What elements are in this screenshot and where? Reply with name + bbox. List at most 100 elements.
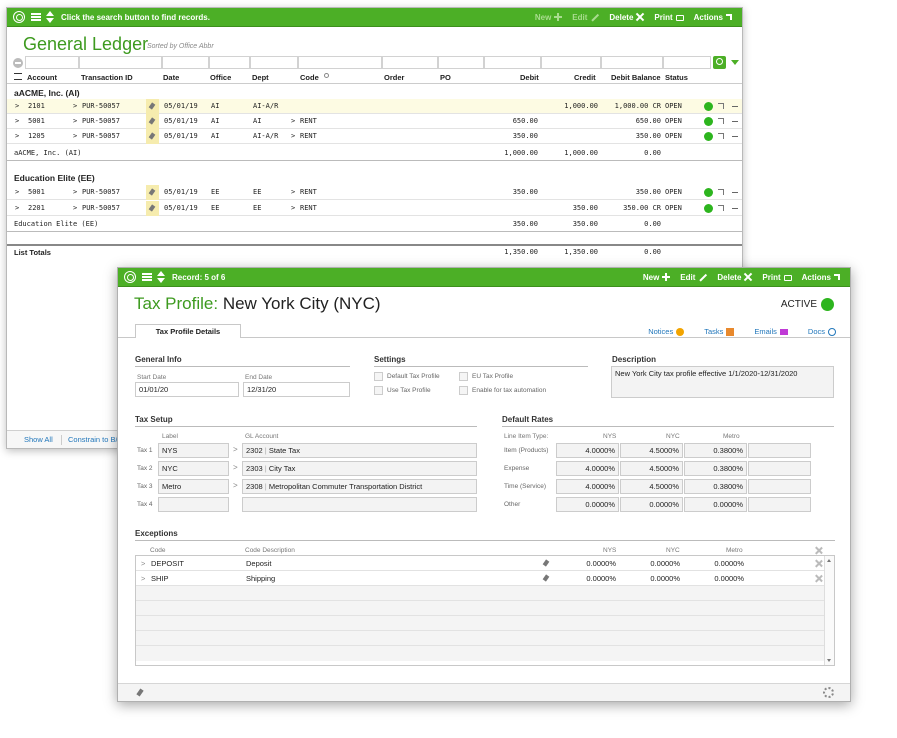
expand-chevron-icon[interactable]: > xyxy=(15,129,19,144)
filter-account[interactable] xyxy=(25,56,79,69)
gl-account-field[interactable]: 2302 | State Tax xyxy=(242,443,477,458)
ex-metro[interactable]: 0.0000% xyxy=(714,556,744,571)
start-date-field[interactable]: 01/01/20 xyxy=(135,382,239,397)
default-tax-profile-checkbox[interactable] xyxy=(374,372,383,381)
code-chevron-icon[interactable]: > xyxy=(291,114,295,129)
record-nav-icon[interactable] xyxy=(46,11,54,23)
pin-icon[interactable] xyxy=(146,99,159,114)
app-logo-icon[interactable] xyxy=(13,11,25,23)
remove-row-icon[interactable] xyxy=(815,575,822,582)
col-transaction-id[interactable]: Transaction ID xyxy=(81,73,133,82)
clear-all-icon[interactable] xyxy=(815,547,822,554)
col-credit[interactable]: Credit xyxy=(574,73,596,82)
scrollbar[interactable] xyxy=(824,556,834,665)
rate-extra-field[interactable] xyxy=(748,443,811,458)
filter-code[interactable] xyxy=(298,56,382,69)
actions-button[interactable]: Actions xyxy=(802,273,840,282)
rate-nys-field[interactable]: 0.0000% xyxy=(556,497,619,512)
filter-order[interactable] xyxy=(382,56,438,69)
cell-transaction-id[interactable]: PUR-50057 xyxy=(82,114,120,129)
new-button[interactable]: New xyxy=(535,13,563,22)
menu-icon[interactable] xyxy=(31,13,41,21)
cell-transaction-id[interactable]: PUR-50057 xyxy=(82,129,120,144)
print-button[interactable]: Print xyxy=(654,13,684,22)
txn-chevron-icon[interactable]: > xyxy=(73,129,77,144)
rate-extra-field[interactable] xyxy=(748,461,811,476)
expand-chevron-icon[interactable]: > xyxy=(15,185,19,200)
enable-automation-checkbox[interactable] xyxy=(459,386,468,395)
row-menu-icon[interactable] xyxy=(732,208,738,209)
rate-nyc-field[interactable]: 4.5000% xyxy=(620,461,683,476)
pin-icon[interactable] xyxy=(542,574,550,582)
code-chevron-icon[interactable]: > xyxy=(291,185,295,200)
filter-po[interactable] xyxy=(438,56,484,69)
pin-icon[interactable] xyxy=(146,129,159,144)
ex-nys[interactable]: 0.0000% xyxy=(586,571,616,586)
open-record-icon[interactable] xyxy=(718,133,724,139)
col-office[interactable]: Office xyxy=(210,73,231,82)
rate-extra-field[interactable] xyxy=(748,497,811,512)
gl-account-field[interactable]: 2308 | Metropolitan Commuter Transportat… xyxy=(242,479,477,494)
table-row[interactable]: > 2101 > PUR-50057 05/01/19 AI AI-A/R 1,… xyxy=(7,99,742,114)
rate-nys-field[interactable]: 4.0000% xyxy=(556,479,619,494)
pin-icon[interactable] xyxy=(146,201,159,216)
description-field[interactable]: New York City tax profile effective 1/1/… xyxy=(611,366,834,398)
actions-button[interactable]: Actions xyxy=(694,13,732,22)
constrain-link[interactable]: Constrain to B/ xyxy=(68,431,118,448)
menu-icon[interactable] xyxy=(142,273,152,281)
open-record-icon[interactable] xyxy=(718,205,724,211)
tax-label-field[interactable]: Metro xyxy=(158,479,229,494)
row-menu-icon[interactable] xyxy=(732,136,738,137)
col-debit[interactable]: Debit xyxy=(520,73,539,82)
filter-status[interactable] xyxy=(663,56,711,69)
filter-dept[interactable] xyxy=(250,56,298,69)
row-menu-icon[interactable] xyxy=(732,192,738,193)
table-row[interactable]: > DEPOSIT Deposit 0.0000% 0.0000% 0.0000… xyxy=(136,556,834,571)
eu-tax-profile-checkbox[interactable] xyxy=(459,372,468,381)
rate-nyc-field[interactable]: 4.5000% xyxy=(620,443,683,458)
txn-chevron-icon[interactable]: > xyxy=(73,99,77,114)
scroll-down-icon[interactable] xyxy=(827,659,831,662)
row-menu-icon[interactable] xyxy=(732,106,738,107)
col-po[interactable]: PO xyxy=(440,73,451,82)
txn-chevron-icon[interactable]: > xyxy=(73,201,77,216)
pin-icon[interactable] xyxy=(542,559,550,567)
pin-icon[interactable] xyxy=(146,185,159,200)
filter-debit-balance[interactable] xyxy=(601,56,663,69)
delete-button[interactable]: Delete xyxy=(609,13,644,22)
table-row[interactable]: > 5001 > PUR-50057 05/01/19 EE EE > RENT… xyxy=(7,185,742,200)
col-dept[interactable]: Dept xyxy=(252,73,269,82)
search-icon[interactable] xyxy=(324,73,329,78)
code-chevron-icon[interactable]: > xyxy=(291,201,295,216)
row-menu-icon[interactable] xyxy=(732,121,738,122)
expand-chevron-icon[interactable]: > xyxy=(15,99,19,114)
filter-credit[interactable] xyxy=(541,56,601,69)
pin-icon[interactable] xyxy=(146,114,159,129)
expand-chevron-icon[interactable]: > xyxy=(15,114,19,129)
txn-chevron-icon[interactable]: > xyxy=(73,114,77,129)
notices-link[interactable]: Notices xyxy=(648,327,685,336)
cell-transaction-id[interactable]: PUR-50057 xyxy=(82,99,120,114)
filter-transaction-id[interactable] xyxy=(79,56,162,69)
rate-metro-field[interactable]: 0.3800% xyxy=(684,443,747,458)
cell-transaction-id[interactable]: PUR-50057 xyxy=(82,201,120,216)
empty-row[interactable] xyxy=(136,616,834,631)
clear-filter-icon[interactable] xyxy=(13,58,23,68)
tasks-link[interactable]: Tasks xyxy=(704,327,735,336)
tax-label-field[interactable]: NYS xyxy=(158,443,229,458)
col-code[interactable]: Code xyxy=(300,73,319,82)
empty-row[interactable] xyxy=(136,601,834,616)
edit-button[interactable]: Edit xyxy=(572,12,600,22)
filter-debit[interactable] xyxy=(484,56,541,69)
rate-nys-field[interactable]: 4.0000% xyxy=(556,461,619,476)
col-status[interactable]: Status xyxy=(665,73,688,82)
emails-link[interactable]: Emails xyxy=(754,327,788,336)
new-button[interactable]: New xyxy=(643,273,671,282)
col-order[interactable]: Order xyxy=(384,73,404,82)
rate-nyc-field[interactable]: 0.0000% xyxy=(620,497,683,512)
empty-row[interactable] xyxy=(136,586,834,601)
end-date-field[interactable]: 12/31/20 xyxy=(243,382,350,397)
table-row[interactable]: > 1205 > PUR-50057 05/01/19 AI AI-A/R > … xyxy=(7,129,742,144)
txn-chevron-icon[interactable]: > xyxy=(73,185,77,200)
gl-chevron-icon[interactable]: > xyxy=(233,445,238,454)
